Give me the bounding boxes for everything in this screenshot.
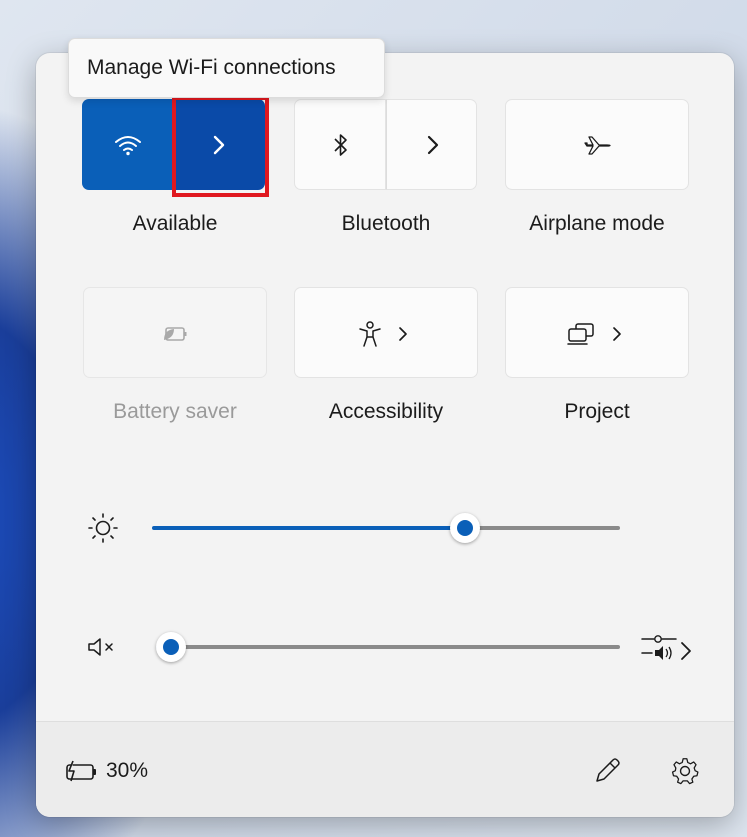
bluetooth-icon bbox=[325, 129, 357, 161]
chevron-right-icon bbox=[417, 129, 449, 161]
project-icon bbox=[564, 318, 598, 350]
brightness-slider[interactable] bbox=[152, 512, 620, 544]
brightness-slider-track bbox=[465, 526, 620, 530]
bluetooth-toggle-button[interactable] bbox=[294, 99, 386, 190]
highlight-box bbox=[172, 96, 269, 197]
volume-slider[interactable] bbox=[156, 631, 620, 663]
wifi-label: Available bbox=[132, 212, 218, 235]
gear-icon[interactable] bbox=[668, 754, 702, 788]
tooltip-manage-wifi: Manage Wi-Fi connections bbox=[68, 38, 385, 98]
brightness-slider-fill bbox=[152, 526, 465, 530]
volume-slider-thumb[interactable] bbox=[156, 632, 186, 662]
accessibility-button[interactable] bbox=[294, 287, 478, 378]
accessibility-label: Accessibility bbox=[328, 400, 444, 423]
battery-saver-icon bbox=[158, 318, 194, 350]
chevron-right-icon bbox=[395, 320, 411, 348]
airplane-mode-label: Airplane mode bbox=[529, 212, 665, 235]
wifi-toggle-button[interactable] bbox=[82, 99, 173, 190]
airplane-mode-button[interactable] bbox=[505, 99, 689, 190]
volume-muted-icon[interactable] bbox=[86, 632, 120, 662]
bluetooth-more-button[interactable] bbox=[386, 99, 477, 190]
brightness-icon bbox=[86, 511, 120, 545]
brightness-slider-thumb[interactable] bbox=[450, 513, 480, 543]
bluetooth-label: Bluetooth bbox=[341, 212, 431, 235]
project-label: Project bbox=[564, 400, 630, 423]
accessibility-icon bbox=[355, 318, 385, 350]
battery-saver-label: Battery saver bbox=[113, 400, 237, 423]
project-button[interactable] bbox=[505, 287, 689, 378]
wifi-icon bbox=[112, 129, 144, 161]
chevron-right-icon bbox=[609, 320, 625, 348]
battery-saver-button[interactable] bbox=[83, 287, 267, 378]
audio-output-icon[interactable] bbox=[640, 628, 694, 666]
airplane-icon bbox=[582, 129, 614, 161]
pencil-icon[interactable] bbox=[590, 754, 624, 788]
battery-charging-icon[interactable] bbox=[64, 757, 102, 785]
battery-percentage[interactable]: 30% bbox=[106, 759, 148, 783]
volume-slider-track bbox=[171, 645, 620, 649]
